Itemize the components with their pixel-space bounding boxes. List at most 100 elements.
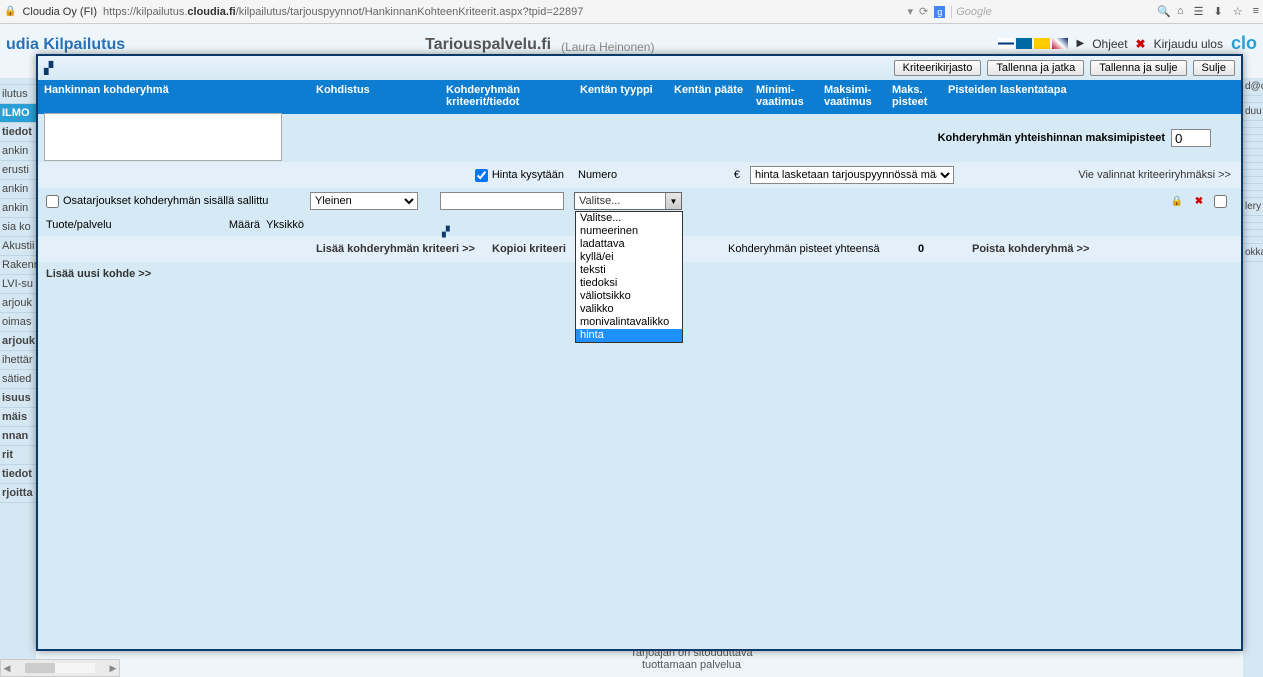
kohderyhma-textarea[interactable] — [44, 113, 282, 161]
bg-left-row: Rakenn — [0, 256, 36, 275]
bg-left-row: sia ko — [0, 218, 36, 237]
star-icon[interactable]: ☆ — [1233, 5, 1243, 18]
bg-left-row: arjouk — [0, 294, 36, 313]
bg-left-row: sätied — [0, 370, 36, 389]
row-checkbox[interactable] — [1214, 195, 1227, 208]
flag-en[interactable] — [1052, 38, 1068, 49]
bg-right-row: d@c — [1243, 78, 1263, 96]
bg-left-row: tiedot — [0, 123, 36, 142]
flag-fi[interactable] — [998, 38, 1014, 49]
tuote-label: Tuote/palvelu — [46, 219, 210, 231]
laskentatapa-select[interactable]: hinta lasketaan tarjouspyynnössä määrite… — [750, 166, 954, 184]
modal-titlebar: ▞ Kriteerikirjasto Tallenna ja jatka Tal… — [38, 56, 1241, 80]
sulje-button[interactable]: Sulje — [1193, 60, 1235, 76]
bg-right-row — [1243, 142, 1263, 149]
pisteet-yhteensa-value: 0 — [918, 243, 924, 255]
delete-row-icon[interactable]: ✖ — [1192, 194, 1206, 208]
tyyppi-dropdown-list[interactable]: Valitse...numeerinenladattavakyllä/eitek… — [575, 211, 683, 343]
bg-left-row: LVI-su — [0, 275, 36, 294]
tyyppi-option[interactable]: monivalintavalikko — [576, 316, 682, 329]
current-user: (Laura Heinonen) — [561, 40, 654, 54]
vie-valinnat-link[interactable]: Vie valinnat kriteeriryhmäksi >> — [1078, 169, 1231, 181]
dropdown-icon[interactable]: ▾ — [907, 5, 913, 18]
header-minimi: Minimi-vaatimus — [750, 80, 818, 114]
kriteeri-input[interactable] — [440, 192, 564, 210]
bg-right-row — [1243, 96, 1263, 103]
tyyppi-option[interactable]: tiedoksi — [576, 277, 682, 290]
bg-right-row — [1243, 156, 1263, 163]
tyyppi-combo-button[interactable]: ▼ — [665, 193, 681, 209]
refresh-icon[interactable]: ⟳ — [919, 5, 928, 18]
bookmark-icon[interactable]: ☰ — [1194, 5, 1204, 18]
bg-right-row — [1243, 128, 1263, 135]
kohdistus-select[interactable]: Yleinen — [310, 192, 418, 210]
header-kohdistus: Kohdistus — [310, 80, 440, 114]
browser-address-bar: 🔒 Cloudia Oy (FI) https://kilpailutus.cl… — [0, 0, 1263, 24]
search-icon[interactable]: 🔍 — [1157, 5, 1171, 18]
tyyppi-option[interactable]: Valitse... — [576, 212, 682, 225]
header-paate: Kentän pääte — [668, 80, 750, 114]
bg-right-row — [1243, 149, 1263, 156]
bg-left-row: ankin — [0, 199, 36, 218]
lisaa-uusi-kohde-link[interactable]: Lisää uusi kohde >> — [46, 268, 151, 280]
bg-left-row: oimas — [0, 313, 36, 332]
bg-left-row: ankin — [0, 180, 36, 199]
flag-se-alt[interactable] — [1016, 38, 1032, 49]
search-box[interactable]: Google — [951, 6, 1151, 18]
bg-left-row: rit — [0, 446, 36, 465]
tallenna-jatka-button[interactable]: Tallenna ja jatka — [987, 60, 1084, 76]
logout-x-icon[interactable]: ✖ — [1136, 37, 1146, 51]
tyyppi-option[interactable]: hinta — [576, 329, 682, 342]
search-engine-icon[interactable]: g — [934, 6, 945, 18]
lisaa-kriteeri-link[interactable]: Lisää kohderyhmän kriteeri >> — [316, 243, 475, 255]
scroll-right-icon[interactable]: ▶ — [107, 663, 119, 674]
tyyppi-combobox[interactable]: Valitse... ▼ Valitse...numeerinenladatta… — [574, 192, 682, 210]
hinta-kysytaan-checkbox[interactable] — [475, 169, 488, 182]
scroll-left-icon[interactable]: ◀ — [1, 663, 13, 674]
bg-right-row — [1243, 135, 1263, 142]
expand-icon[interactable]: ▞ — [442, 227, 450, 238]
tyyppi-option[interactable]: numeerinen — [576, 225, 682, 238]
poista-kohderyhma-link[interactable]: Poista kohderyhmä >> — [972, 243, 1089, 255]
max-points-input[interactable] — [1171, 129, 1211, 147]
kopioi-kriteeri-link[interactable]: Kopioi kriteeri — [492, 243, 566, 255]
url-text[interactable]: https://kilpailutus.cloudia.fi/kilpailut… — [103, 6, 901, 18]
language-flags[interactable] — [998, 38, 1068, 49]
lock-small-icon[interactable]: 🔒 — [1170, 194, 1184, 208]
osatarjoukset-checkbox[interactable] — [46, 195, 59, 208]
download-icon[interactable]: ⬇ — [1213, 5, 1222, 18]
modal-icon: ▞ — [44, 61, 53, 75]
bg-left-row: isuus — [0, 389, 36, 408]
bg-left-row: tiedot — [0, 465, 36, 484]
bg-left-row: erusti — [0, 161, 36, 180]
tyyppi-option[interactable]: ladattava — [576, 238, 682, 251]
home-icon[interactable]: ⌂ — [1177, 5, 1184, 18]
logout-link[interactable]: Kirjaudu ulos — [1154, 37, 1223, 51]
row-max-points: Kohderyhmän yhteishinnan maksimipisteet — [38, 114, 1241, 162]
bg-left-sidebar: ilutusILMOtiedotankinerustiankinankinsia… — [0, 78, 36, 677]
kriteerikirjasto-button[interactable]: Kriteerikirjasto — [894, 60, 982, 76]
header-kriteerit: Kohderyhmän kriteerit/tiedot — [440, 80, 574, 114]
bg-left-row: mäis — [0, 408, 36, 427]
horizontal-scrollbar[interactable]: ◀ ▶ — [0, 659, 120, 677]
tyyppi-option[interactable]: väliotsikko — [576, 290, 682, 303]
tyyppi-option[interactable]: kyllä/ei — [576, 251, 682, 264]
tyyppi-combo-value: Valitse... — [575, 195, 665, 207]
bg-right-row: lery — [1243, 198, 1263, 216]
tyyppi-option[interactable]: valikko — [576, 303, 682, 316]
play-icon: ▶ — [1076, 38, 1084, 49]
help-link[interactable]: Ohjeet — [1092, 37, 1127, 51]
header-laskentatapa: Pisteiden laskentatapa — [942, 80, 1241, 114]
tyyppi-option[interactable]: teksti — [576, 264, 682, 277]
header-tyyppi: Kentän tyyppi — [574, 80, 668, 114]
menu-icon[interactable]: ≡ — [1253, 5, 1259, 18]
bg-left-row: nnan — [0, 427, 36, 446]
hinta-kysytaan-label: Hinta kysytään — [492, 169, 564, 181]
bg-right-row — [1243, 184, 1263, 191]
bg-right-row — [1243, 191, 1263, 198]
pisteet-yhteensa-label: Kohderyhmän pisteet yhteensä — [728, 243, 880, 255]
bg-right-row — [1243, 121, 1263, 128]
flag-se[interactable] — [1034, 38, 1050, 49]
app-logo: udia Kilpailutus — [6, 36, 125, 54]
tallenna-sulje-button[interactable]: Tallenna ja sulje — [1090, 60, 1186, 76]
